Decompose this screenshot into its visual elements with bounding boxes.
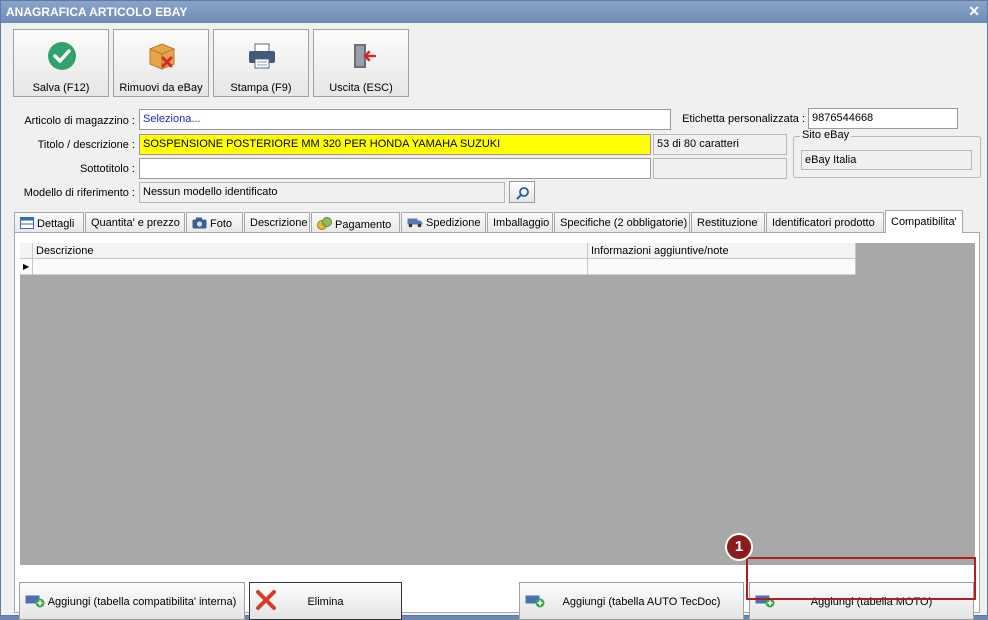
subtitle-count-display xyxy=(653,158,787,179)
tab-label: Foto xyxy=(210,218,233,230)
exit-door-icon xyxy=(354,44,377,68)
subtitle-field[interactable] xyxy=(139,158,651,179)
client-area: Salva (F12) Rimuovi da eBay Stampa (F9) xyxy=(1,23,987,620)
table-icon xyxy=(20,217,34,229)
title-label: Titolo / descrizione : xyxy=(37,139,135,151)
article-label: Articolo di magazzino : xyxy=(24,115,135,127)
remove-label: Rimuovi da eBay xyxy=(119,82,203,94)
char-count-display: 53 di 80 caratteri xyxy=(653,134,787,155)
ebay-site-group: Sito eBay eBay Italia xyxy=(793,129,981,178)
tab-label: Restituzione xyxy=(697,217,758,229)
tab-label: Dettagli xyxy=(37,218,75,230)
title-field[interactable]: SOSPENSIONE POSTERIORE MM 320 PER HONDA … xyxy=(139,134,651,155)
tab-label: Specifiche (2 obbligatorie) xyxy=(560,217,688,229)
coins-icon xyxy=(317,217,332,230)
print-button[interactable]: Stampa (F9) xyxy=(213,29,309,97)
table-cell[interactable] xyxy=(588,259,856,275)
tab-label: Spedizione xyxy=(426,217,481,229)
add-moto-label: Aggiungi (tabella MOTO) xyxy=(810,596,933,608)
tab-imballaggio[interactable]: Imballaggio xyxy=(487,212,553,232)
tab-compatibilita[interactable]: Compatibilita' xyxy=(885,210,963,233)
title-bar: ANAGRAFICA ARTICOLO EBAY ✕ xyxy=(1,1,987,23)
row-selector-header xyxy=(20,243,33,259)
row-pointer-icon: ▶ xyxy=(20,259,33,275)
tab-restituzione[interactable]: Restituzione xyxy=(691,212,765,232)
tab-pagamento[interactable]: Pagamento xyxy=(311,212,400,232)
remove-from-ebay-button[interactable]: Rimuovi da eBay xyxy=(113,29,209,97)
add-auto-label: Aggiungi (tabella AUTO TecDoc) xyxy=(562,596,721,608)
model-field: Nessun modello identificato xyxy=(139,182,505,203)
tab-dettagli[interactable]: Dettagli xyxy=(14,212,84,232)
truck-icon xyxy=(407,218,423,228)
model-search-button[interactable] xyxy=(509,181,535,203)
tab-label: Descrizione xyxy=(250,217,308,229)
ebay-site-field[interactable]: eBay Italia xyxy=(801,150,972,170)
custom-label-label: Etichetta personalizzata : xyxy=(682,113,805,125)
custom-label-field[interactable]: 9876544668 xyxy=(808,108,958,129)
ebay-site-group-title: Sito eBay xyxy=(800,129,852,141)
tab-foto[interactable]: Foto xyxy=(186,212,243,232)
camera-icon xyxy=(192,217,207,229)
article-field[interactable]: Seleziona... xyxy=(139,109,671,130)
printer-icon xyxy=(249,43,275,69)
add-auto-tecdoc-button[interactable]: Aggiungi (tabella AUTO TecDoc) xyxy=(519,582,744,620)
exit-button[interactable]: Uscita (ESC) xyxy=(313,29,409,97)
compatibility-grid[interactable]: Descrizione Informazioni aggiuntive/note… xyxy=(20,243,975,565)
delete-label: Elimina xyxy=(307,596,344,608)
table-row[interactable]: ▶ xyxy=(20,259,856,275)
exit-label: Uscita (ESC) xyxy=(329,82,393,94)
app-window: ANAGRAFICA ARTICOLO EBAY ✕ Salva (F12) R… xyxy=(0,0,988,620)
save-button[interactable]: Salva (F12) xyxy=(13,29,109,97)
tab-label: Quantita' e prezzo xyxy=(91,217,180,229)
add-internal-label: Aggiungi (tabella compatibilita' interna… xyxy=(47,596,237,608)
column-header-note[interactable]: Informazioni aggiuntive/note xyxy=(588,243,856,259)
column-header-descrizione[interactable]: Descrizione xyxy=(33,243,588,259)
tab-spedizione[interactable]: Spedizione xyxy=(401,212,486,232)
compatibility-panel: Descrizione Informazioni aggiuntive/note… xyxy=(14,232,980,613)
tab-label: Compatibilita' xyxy=(891,216,957,228)
tab-identificatori[interactable]: Identificatori prodotto xyxy=(766,212,884,232)
box-remove-icon xyxy=(149,43,175,70)
tab-label: Imballaggio xyxy=(493,217,550,229)
tab-descrizione[interactable]: Descrizione xyxy=(244,212,310,232)
add-internal-compatibility-button[interactable]: Aggiungi (tabella compatibilita' interna… xyxy=(19,582,245,620)
step-callout-badge: 1 xyxy=(725,533,753,561)
window-title: ANAGRAFICA ARTICOLO EBAY xyxy=(6,5,188,19)
delete-button[interactable]: Elimina xyxy=(249,582,402,620)
table-cell[interactable] xyxy=(33,259,588,275)
tab-label: Pagamento xyxy=(335,219,392,231)
add-moto-button[interactable]: Aggiungi (tabella MOTO) xyxy=(749,582,974,620)
model-label: Modello di riferimento : xyxy=(23,187,135,199)
close-icon[interactable]: ✕ xyxy=(968,3,980,20)
search-icon xyxy=(516,187,529,200)
grid-header: Descrizione Informazioni aggiuntive/note xyxy=(20,243,856,259)
subtitle-label: Sottotitolo : xyxy=(79,163,135,175)
tab-specifiche[interactable]: Specifiche (2 obbligatorie) xyxy=(554,212,690,232)
print-label: Stampa (F9) xyxy=(230,82,292,94)
save-label: Salva (F12) xyxy=(32,82,90,94)
checkmark-icon xyxy=(48,42,76,70)
tab-label: Identificatori prodotto xyxy=(772,217,875,229)
tab-quantita-prezzo[interactable]: Quantita' e prezzo xyxy=(85,212,185,232)
